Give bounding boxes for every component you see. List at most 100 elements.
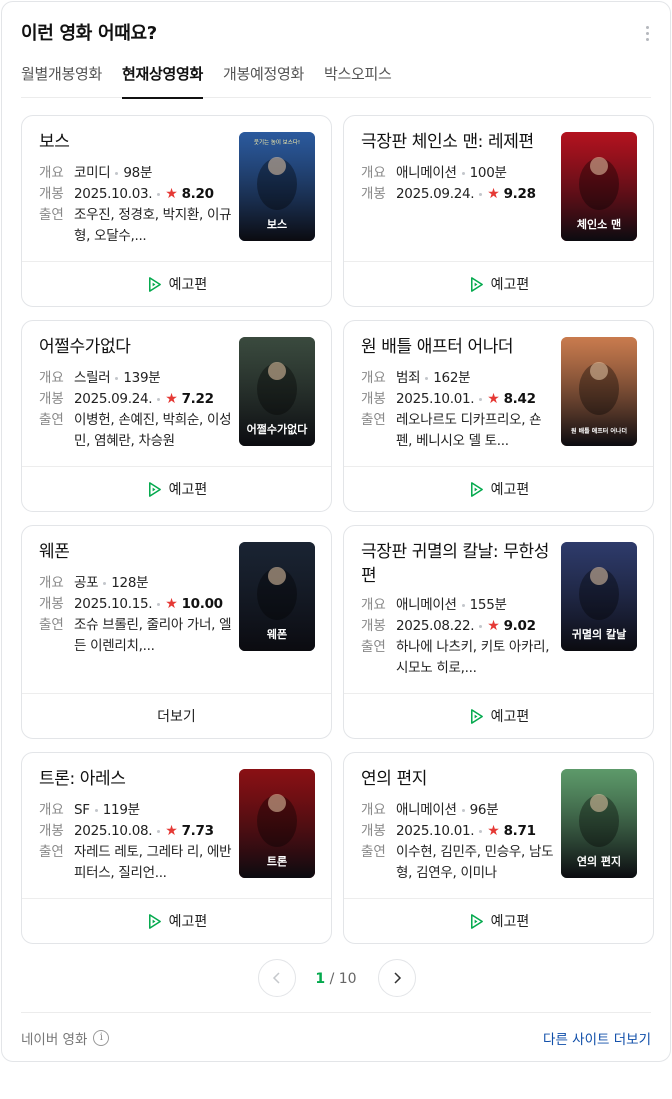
movie-meta: 개요 코미디 98분 개봉 2025.10.03. ★ 8.20 출연 조우진, 정경… xyxy=(39,163,239,247)
movie-card: 트론: 아레스 개요 SF 119분 개봉 2025.10.08. ★ 7.73 출연… xyxy=(21,752,332,944)
genre-row: 개요 애니메이션 100분 xyxy=(361,163,561,184)
genre-row: 개요 코미디 98분 xyxy=(39,163,239,184)
more-button[interactable]: 더보기 xyxy=(22,693,331,738)
movie-poster[interactable]: 연의 편지 xyxy=(561,769,637,878)
movie-title[interactable]: 극장판 귀멸의 칼날: 무한성편 xyxy=(361,540,551,588)
chevron-right-icon xyxy=(394,972,402,984)
more-options-icon[interactable] xyxy=(638,21,656,45)
info-icon[interactable]: i xyxy=(93,1029,110,1046)
movie-poster[interactable]: 보스 웃기는 놈이 보스다! xyxy=(239,132,315,241)
movie-title[interactable]: 보스 xyxy=(39,130,229,154)
tab-box-office[interactable]: 박스오피스 xyxy=(324,62,392,98)
movie-meta: 개요 범죄 162분 개봉 2025.10.01. ★ 8.42 출연 레오나르도 디… xyxy=(361,368,561,452)
play-icon xyxy=(470,276,483,292)
trailer-button[interactable]: 예고편 xyxy=(344,898,653,943)
release-key: 개봉 xyxy=(39,391,64,407)
page-indicator: 1 / 10 xyxy=(315,971,356,987)
genre: 애니메이션 xyxy=(396,597,457,613)
cast-key: 출연 xyxy=(361,844,386,860)
poster-title-text: 체인소 맨 xyxy=(577,217,621,231)
movie-title[interactable]: 극장판 체인소 맨: 레제편 xyxy=(361,130,551,154)
release-key: 개봉 xyxy=(361,391,386,407)
genre-value: SF 119분 xyxy=(74,800,140,821)
cast-row: 출연 레오나르도 디카프리오, 숀 펜, 베니시오 델 토... xyxy=(361,410,561,452)
runtime: 162분 xyxy=(433,370,471,386)
runtime: 128분 xyxy=(111,575,149,591)
release-key: 개봉 xyxy=(361,618,386,634)
movie-card: 웨폰 개요 공포 128분 개봉 2025.10.15. ★ 10.00 출연 조슈 … xyxy=(21,525,332,739)
trailer-button[interactable]: 예고편 xyxy=(22,466,331,511)
release-row: 개봉 2025.10.08. ★ 7.73 xyxy=(39,821,239,842)
cast-key: 출연 xyxy=(361,412,386,428)
tab-now-showing[interactable]: 현재상영영화 xyxy=(122,62,203,99)
trailer-button[interactable]: 예고편 xyxy=(344,466,653,511)
trailer-button[interactable]: 예고편 xyxy=(22,898,331,943)
release-key: 개봉 xyxy=(39,186,64,202)
genre-key: 개요 xyxy=(361,802,386,818)
trailer-button[interactable]: 예고편 xyxy=(344,693,653,738)
movie-poster[interactable]: 귀멸의 칼날 xyxy=(561,542,637,651)
release-key: 개봉 xyxy=(361,823,386,839)
separator-dot xyxy=(157,602,161,606)
movie-card: 극장판 귀멸의 칼날: 무한성편 개요 애니메이션 155분 개봉 2025.08… xyxy=(343,525,654,739)
movie-meta: 개요 애니메이션 155분 개봉 2025.08.22. ★ 9.02 출연 하나에 … xyxy=(361,595,561,679)
release-date: 2025.10.03. xyxy=(74,186,153,202)
release-date: 2025.09.24. xyxy=(396,186,475,202)
trailer-button[interactable]: 예고편 xyxy=(22,261,331,306)
movie-title[interactable]: 원 배틀 애프터 어나더 xyxy=(361,335,551,359)
genre-row: 개요 공포 128분 xyxy=(39,573,239,594)
cast-list: 이병헌, 손예진, 박희순, 이성민, 염혜란, 차승원 xyxy=(74,412,232,449)
rating: 8.71 xyxy=(503,823,536,839)
star-icon: ★ xyxy=(487,823,500,839)
separator-dot xyxy=(461,603,465,607)
movie-poster[interactable]: 어쩔수가없다 xyxy=(239,337,315,446)
trailer-button[interactable]: 예고편 xyxy=(344,261,653,306)
genre-value: 스릴러 139분 xyxy=(74,368,161,389)
movie-poster[interactable]: 원 배틀 애프터 어나더 xyxy=(561,337,637,446)
separator-dot xyxy=(115,171,119,175)
rating: 7.73 xyxy=(181,823,214,839)
release-key: 개봉 xyxy=(39,823,64,839)
cast-row: 출연 조우진, 정경호, 박지환, 이규형, 오달수,... xyxy=(39,205,239,247)
separator-dot xyxy=(94,808,98,812)
movie-title[interactable]: 연의 편지 xyxy=(361,767,551,791)
genre-key: 개요 xyxy=(39,802,64,818)
tab-monthly-release[interactable]: 월별개봉영화 xyxy=(21,62,102,98)
movie-title[interactable]: 웨폰 xyxy=(39,540,229,564)
movie-card: 원 배틀 애프터 어나더 개요 범죄 162분 개봉 2025.10.01. ★ 8.… xyxy=(343,320,654,512)
genre-row: 개요 애니메이션 96분 xyxy=(361,800,561,821)
separator-dot xyxy=(157,397,161,401)
genre-key: 개요 xyxy=(39,370,64,386)
poster-image: 트론 xyxy=(239,769,315,878)
star-icon: ★ xyxy=(487,618,500,634)
star-icon: ★ xyxy=(165,391,178,407)
next-page-button[interactable] xyxy=(378,959,416,997)
prev-page-button[interactable] xyxy=(258,959,296,997)
poster-image: 웨폰 xyxy=(239,542,315,651)
release-date: 2025.10.08. xyxy=(74,823,153,839)
panel-title: 이런 영화 어때요? xyxy=(21,23,157,44)
release-row: 개봉 2025.08.22. ★ 9.02 xyxy=(361,616,561,637)
other-sites-link[interactable]: 다른 사이트 더보기 xyxy=(543,1028,651,1048)
poster-title-text: 원 배틀 애프터 어나더 xyxy=(571,427,627,435)
play-icon xyxy=(470,481,483,497)
movie-title[interactable]: 어쩔수가없다 xyxy=(39,335,229,359)
separator-dot xyxy=(479,624,483,628)
cast-key: 출연 xyxy=(39,844,64,860)
movie-title[interactable]: 트론: 아레스 xyxy=(39,767,229,791)
movie-poster[interactable]: 체인소 맨 xyxy=(561,132,637,241)
rating: 9.28 xyxy=(503,186,536,202)
action-label: 예고편 xyxy=(490,277,530,293)
release-row: 개봉 2025.10.15. ★ 10.00 xyxy=(39,594,239,615)
poster-image: 보스 웃기는 놈이 보스다! xyxy=(239,132,315,241)
release-value: 2025.10.03. ★ 8.20 xyxy=(74,184,214,205)
release-value: 2025.10.15. ★ 10.00 xyxy=(74,594,223,615)
separator-dot xyxy=(115,376,119,380)
tab-upcoming[interactable]: 개봉예정영화 xyxy=(223,62,304,98)
star-icon: ★ xyxy=(165,596,178,612)
poster-title-text: 어쩔수가없다 xyxy=(247,422,309,436)
genre: 애니메이션 xyxy=(396,802,457,818)
movie-poster[interactable]: 웨폰 xyxy=(239,542,315,651)
movie-poster[interactable]: 트론 xyxy=(239,769,315,878)
movie-meta: 개요 애니메이션 96분 개봉 2025.10.01. ★ 8.71 출연 이수현, … xyxy=(361,800,561,884)
